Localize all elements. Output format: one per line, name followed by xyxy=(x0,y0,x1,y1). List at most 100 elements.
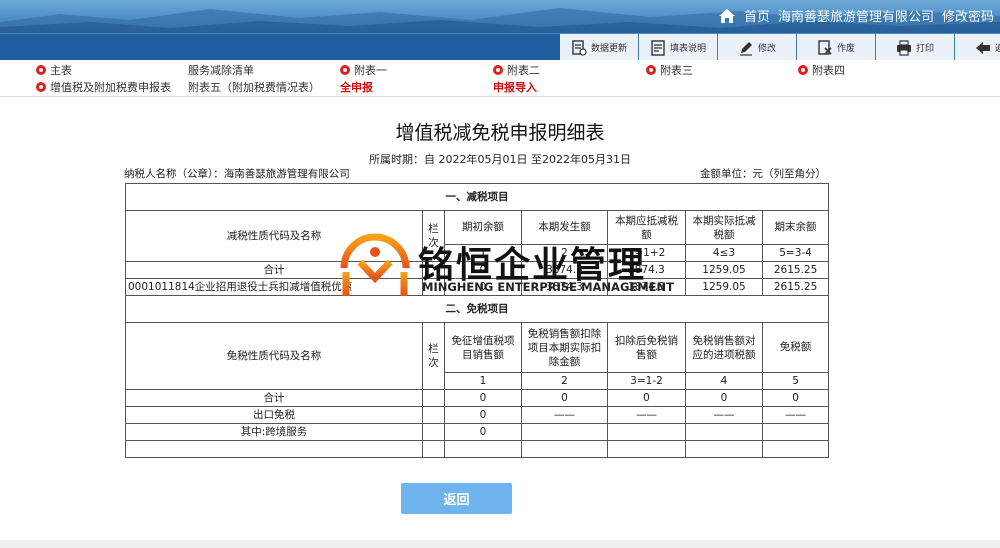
section1-col2: 本期发生额 xyxy=(521,210,608,245)
cell: 0 xyxy=(444,423,522,441)
section2-n1: 1 xyxy=(444,372,522,390)
cell: 1259.05 xyxy=(685,261,763,279)
cell: 3874.3 xyxy=(521,278,608,296)
cell: 0 xyxy=(444,278,522,296)
section1-col-row: 栏次 xyxy=(422,210,445,262)
cell: 0 xyxy=(761,389,830,407)
pencil-icon xyxy=(739,41,752,56)
report-title: 增值税减免税申报明细表 xyxy=(395,122,605,144)
section2-n2: 2 xyxy=(521,372,608,390)
section1-col3: 本期应抵减税额 xyxy=(607,210,686,245)
section1-n2: 2 xyxy=(521,244,608,262)
edit-button[interactable]: 修改 xyxy=(717,34,796,61)
cell: 3874.3 xyxy=(607,278,686,296)
cell: 1259.05 xyxy=(685,278,763,296)
section2-n4: 4 xyxy=(685,372,763,390)
section2-col4: 免税销售额对应的进项税额 xyxy=(685,322,763,373)
cell: 3874.3 xyxy=(607,261,686,279)
amount-unit: 金额单位：元（列至角分） xyxy=(700,168,826,180)
toolbar: 数据更新 填表说明 修改 作废 打印 返回 xyxy=(0,33,1000,61)
printer-icon xyxy=(896,39,911,56)
cell: —— xyxy=(761,406,830,424)
cell: 3874.3 xyxy=(521,261,608,279)
table-row: 其中:跨境服务 0 xyxy=(125,423,830,441)
declare-import-link[interactable]: 申报导入 xyxy=(493,79,537,95)
section2-col-row: 栏次 xyxy=(422,322,445,390)
header-banner: 首页 海南善瑟旅游管理有限公司 修改密码 xyxy=(0,0,1000,33)
back-button[interactable]: 返回 xyxy=(401,483,512,514)
tab-service-deduction-list[interactable]: 服务减除清单 xyxy=(188,62,254,78)
row-label: 合计 xyxy=(125,389,423,407)
full-declare-link[interactable]: 全申报 xyxy=(340,79,373,95)
cell: 0 xyxy=(444,389,522,407)
report-tabs: 主表 服务减除清单 附表一 附表二 附表三 附表四 增值税及附加税费申报表 附表… xyxy=(0,60,1000,97)
company-name: 海南善瑟旅游管理有限公司 xyxy=(777,10,934,25)
tab-vat-surcharge-return[interactable]: 增值税及附加税费申报表 xyxy=(36,79,171,95)
void-button[interactable]: 作废 xyxy=(796,34,875,61)
cell: —— xyxy=(607,406,686,424)
report-period: 所属时期：自 2022年05月01日 至2022年05月31日 xyxy=(369,153,631,166)
cell: 0 xyxy=(685,389,763,407)
section2-col-name: 免税性质代码及名称 xyxy=(125,322,423,390)
back-arrow-icon xyxy=(975,41,990,54)
back-toolbar-button[interactable]: 返回 xyxy=(954,34,1000,61)
red-dot-icon xyxy=(798,65,808,75)
cell: —— xyxy=(685,406,763,424)
data-update-button[interactable]: 数据更新 xyxy=(560,34,638,61)
taxpayer-name: 纳税人名称（公章）：海南善瑟旅游管理有限公司 xyxy=(124,168,350,180)
section2-n5: 5 xyxy=(761,372,830,390)
cell: 0 xyxy=(607,389,686,407)
void-icon xyxy=(818,39,832,55)
red-dot-icon xyxy=(340,65,350,75)
row-label: 其中:跨境服务 xyxy=(125,423,423,441)
section1-col-name: 减税性质代码及名称 xyxy=(125,210,423,262)
red-dot-icon xyxy=(36,82,46,92)
section1-n5: 5=3-4 xyxy=(761,244,830,262)
section2-col1: 免征增值税项目销售额 xyxy=(444,322,522,373)
section2-title: 二、免税项目 xyxy=(124,295,830,323)
form-instructions-button[interactable]: 填表说明 xyxy=(638,34,717,61)
section2-col3: 扣除后免税销售额 xyxy=(607,322,686,373)
table-row: 合计 0 3874.3 3874.3 1259.05 2615.25 xyxy=(125,261,830,279)
cell: 2615.25 xyxy=(761,278,830,296)
data-update-icon xyxy=(572,39,587,56)
section2-col5: 免税额 xyxy=(761,322,830,373)
print-button[interactable]: 打印 xyxy=(875,34,954,61)
row-label: 出口免税 xyxy=(125,406,423,424)
table-row: 0001011814企业招用退役士兵扣减增值税优惠 0 3874.3 3874.… xyxy=(125,278,830,296)
section1-n4: 4≤3 xyxy=(685,244,763,262)
bottom-bar xyxy=(0,540,1000,548)
section1-col1: 期初余额 xyxy=(444,210,522,245)
red-dot-icon xyxy=(493,65,503,75)
section1-col5: 期末余额 xyxy=(761,210,830,245)
cell: 0 xyxy=(521,389,608,407)
cell: 2615.25 xyxy=(761,261,830,279)
tab-attachment-2[interactable]: 附表二 xyxy=(493,62,540,78)
red-dot-icon xyxy=(36,65,46,75)
home-icon[interactable] xyxy=(718,8,736,24)
tab-main-table[interactable]: 主表 xyxy=(36,62,72,78)
home-link[interactable]: 首页 xyxy=(744,6,770,25)
section1-n1: 1 xyxy=(444,244,522,262)
form-instructions-icon xyxy=(651,39,665,56)
tab-attachment-5[interactable]: 附表五（附加税费情况表） xyxy=(188,79,320,95)
section1-title: 一、减税项目 xyxy=(124,183,830,211)
tab-attachment-3[interactable]: 附表三 xyxy=(646,62,693,78)
row-label: 0001011814企业招用退役士兵扣减增值税优惠 xyxy=(125,278,423,296)
tab-attachment-4[interactable]: 附表四 xyxy=(798,62,845,78)
section2-col2: 免税销售额扣除项目本期实际扣除金额 xyxy=(521,322,608,373)
red-dot-icon xyxy=(646,65,656,75)
table-row xyxy=(125,440,830,458)
section1-n3: 3=1+2 xyxy=(607,244,686,262)
table-row: 合计 0 0 0 0 0 xyxy=(125,389,830,407)
header-right: 首页 海南善瑟旅游管理有限公司 修改密码 xyxy=(718,6,994,25)
row-label: 合计 xyxy=(125,261,423,279)
cell: 0 xyxy=(444,406,522,424)
tab-attachment-1[interactable]: 附表一 xyxy=(340,62,387,78)
change-password-link[interactable]: 修改密码 xyxy=(942,6,994,25)
tax-reduction-table: 一、减税项目 减税性质代码及名称 栏次 期初余额 本期发生额 本期应抵减税额 本… xyxy=(124,183,830,458)
cell: —— xyxy=(521,406,608,424)
section2-n3: 3=1-2 xyxy=(607,372,686,390)
table-row: 出口免税 0 —— —— —— —— xyxy=(125,406,830,424)
cell: 0 xyxy=(444,261,522,279)
